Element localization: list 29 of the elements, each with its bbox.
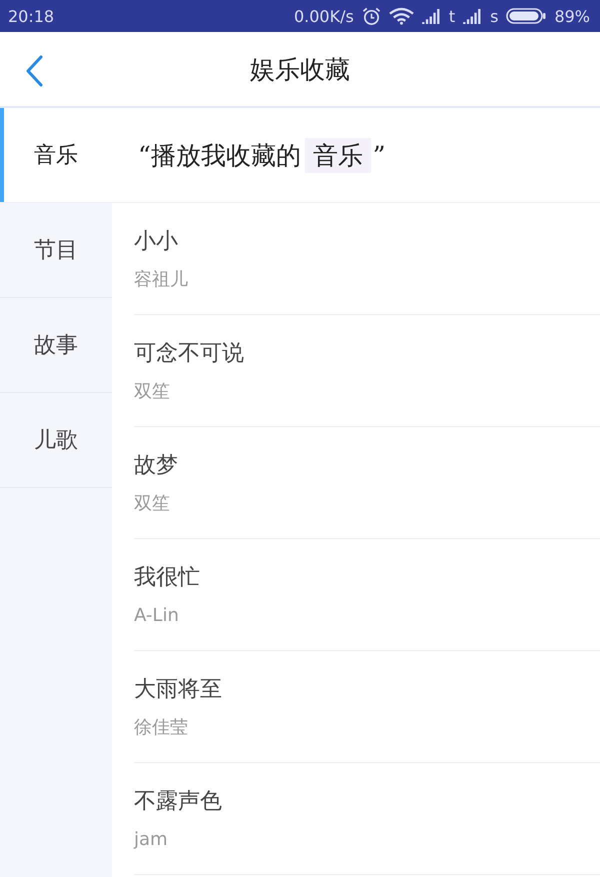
category-tab[interactable]: 儿歌 bbox=[0, 393, 112, 488]
category-tab[interactable]: 音乐 bbox=[0, 108, 112, 203]
category-tab[interactable]: 故事 bbox=[0, 298, 112, 393]
song-title[interactable]: 大雨将至 bbox=[134, 675, 222, 705]
artist-name: 容祖儿 bbox=[134, 268, 188, 292]
back-icon[interactable] bbox=[25, 55, 43, 87]
alarm-clock-icon bbox=[362, 6, 381, 26]
wifi-icon bbox=[388, 7, 414, 25]
artist-name: 双笙 bbox=[134, 380, 170, 404]
clock-time: 20:18 bbox=[8, 6, 54, 26]
category-tab[interactable]: 节目 bbox=[0, 203, 112, 298]
song-title[interactable]: 可念不可说 bbox=[134, 339, 244, 369]
page-title: 娱乐收藏 bbox=[250, 54, 350, 86]
network-speed: 0.00K/s bbox=[294, 6, 354, 26]
song-title[interactable]: 故梦 bbox=[134, 451, 178, 481]
battery-icon bbox=[506, 8, 546, 24]
voice-command-text: “播放我收藏的 音乐 ” bbox=[138, 138, 386, 172]
song-title[interactable]: 小小 bbox=[134, 227, 178, 257]
carrier-indicator: t bbox=[448, 6, 456, 26]
carrier-indicator: s bbox=[490, 6, 498, 26]
artist-name: 徐佳莹 bbox=[134, 716, 188, 740]
signal-icon bbox=[422, 8, 441, 24]
artist-name: A-Lin bbox=[134, 604, 179, 628]
artist-name: 双笙 bbox=[134, 492, 170, 516]
artist-name: jam bbox=[134, 828, 168, 852]
signal-icon bbox=[463, 8, 482, 24]
song-title[interactable]: 我很忙 bbox=[134, 563, 200, 593]
battery-percentage: 89% bbox=[554, 6, 590, 26]
song-title[interactable]: 不露声色 bbox=[134, 787, 222, 817]
